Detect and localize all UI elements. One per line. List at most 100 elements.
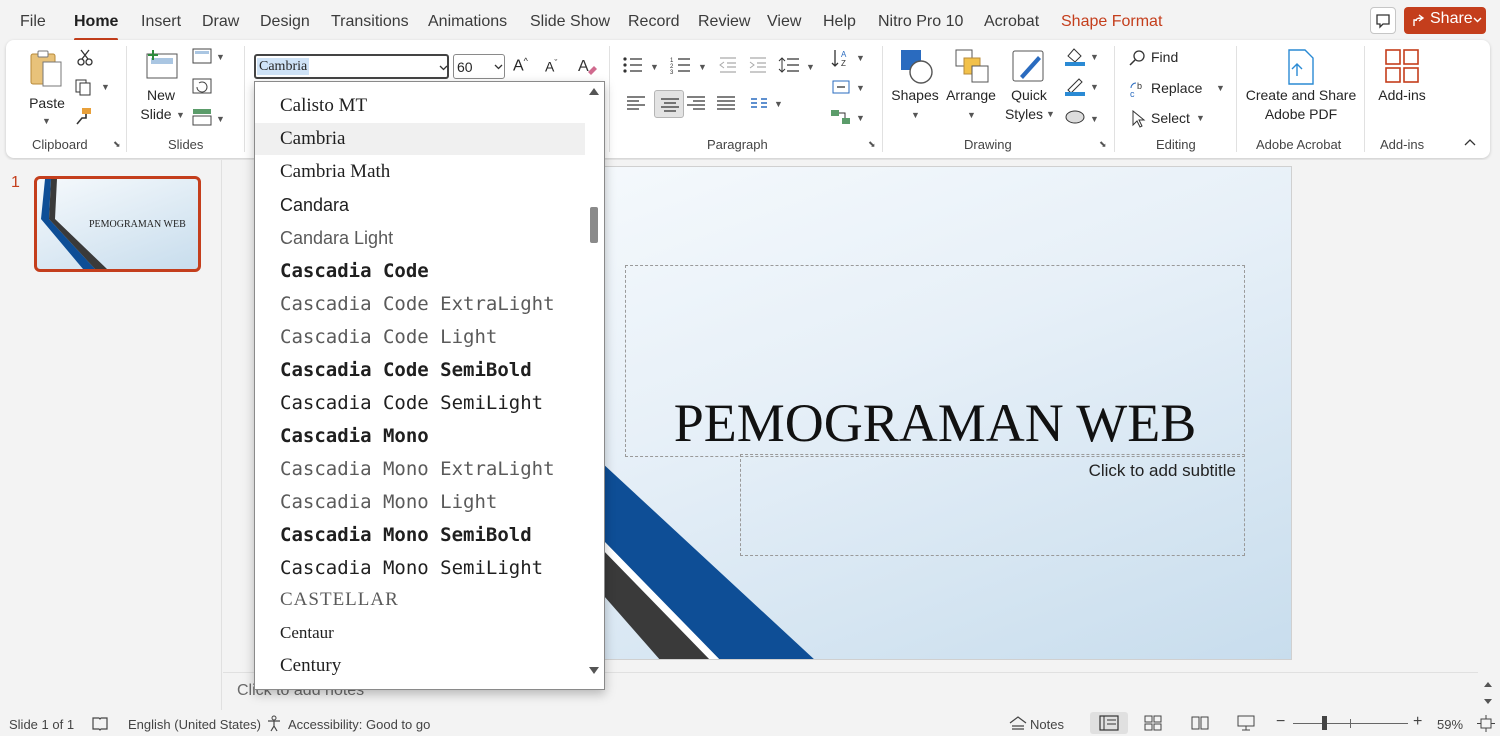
font-option[interactable]: Cascadia Mono SemiLight — [255, 552, 585, 584]
section-icon[interactable] — [192, 108, 212, 126]
add-ins-button[interactable]: Add-ins — [1372, 46, 1432, 126]
chevron-down-icon[interactable]: ▼ — [1090, 82, 1099, 92]
chevron-down-icon[interactable]: ▼ — [216, 114, 225, 124]
grow-font-icon[interactable]: A^ — [513, 56, 528, 75]
chevron-down-icon[interactable]: ▼ — [856, 113, 865, 123]
chevron-down-icon[interactable]: ▼ — [856, 53, 865, 63]
font-option[interactable]: Century — [255, 650, 585, 682]
clear-formatting-icon[interactable]: A — [576, 54, 598, 76]
layout-icon[interactable] — [192, 48, 212, 64]
find-button[interactable]: Find — [1126, 48, 1206, 68]
notes-scrollbar[interactable] — [1482, 680, 1494, 706]
quick-styles-button[interactable]: Quick Styles ▼ — [1004, 46, 1056, 126]
title-placeholder[interactable]: PEMOGRAMAN WEB — [625, 265, 1245, 457]
zoom-in-icon[interactable]: + — [1413, 713, 1422, 731]
slide-show-icon[interactable] — [1236, 714, 1256, 732]
chevron-down-icon[interactable]: ▼ — [650, 62, 659, 72]
format-painter-icon[interactable] — [74, 106, 94, 126]
shrink-font-icon[interactable]: Aˇ — [545, 58, 557, 75]
notes-icon[interactable] — [1008, 715, 1028, 731]
shape-effects-icon[interactable] — [1064, 108, 1086, 126]
font-option[interactable]: Candara Light — [255, 222, 585, 254]
copy-icon[interactable] — [74, 78, 94, 96]
font-option[interactable]: Cascadia Code — [255, 255, 585, 287]
chevron-down-icon[interactable]: ▼ — [1090, 52, 1099, 62]
new-slide-button[interactable]: New Slide ▼ — [136, 46, 186, 126]
replace-button[interactable]: bc Replace ▼ — [1126, 79, 1226, 99]
font-option[interactable]: CASTELLAR — [255, 584, 585, 616]
decrease-indent-icon[interactable] — [718, 56, 738, 74]
font-name-combobox[interactable]: Cambria — [254, 54, 449, 79]
font-option-selected[interactable]: Cambria — [255, 123, 585, 155]
font-option[interactable]: Cascadia Mono — [255, 420, 585, 452]
zoom-out-icon[interactable]: − — [1276, 713, 1285, 731]
tab-draw[interactable]: Draw — [202, 12, 239, 32]
chevron-down-icon[interactable] — [439, 65, 448, 71]
tab-review[interactable]: Review — [698, 12, 750, 32]
paste-button[interactable]: Paste ▼ — [24, 46, 70, 126]
reset-icon[interactable] — [192, 78, 212, 94]
scroll-down-icon[interactable] — [588, 666, 600, 676]
create-adobe-pdf-button[interactable]: Create and Share Adobe PDF — [1244, 46, 1358, 126]
font-option[interactable]: Cascadia Mono Light — [255, 486, 585, 518]
align-text-icon[interactable] — [830, 78, 852, 96]
chevron-down-icon[interactable]: ▼ — [216, 52, 225, 62]
cut-icon[interactable] — [76, 48, 94, 66]
chevron-down-icon[interactable]: ▼ — [698, 62, 707, 72]
fit-to-window-icon[interactable] — [1477, 715, 1495, 732]
collapse-ribbon-icon[interactable] — [1464, 138, 1476, 146]
spelling-check-icon[interactable] — [91, 716, 109, 731]
dialog-launcher-icon[interactable]: ⬊ — [1099, 139, 1107, 150]
zoom-level[interactable]: 59% — [1437, 717, 1463, 732]
align-left-icon[interactable] — [626, 95, 646, 111]
line-spacing-icon[interactable] — [778, 56, 800, 74]
numbering-icon[interactable]: 123 — [670, 56, 692, 74]
font-option[interactable]: Cascadia Code Light — [255, 321, 585, 353]
font-option[interactable]: Cascadia Code SemiLight — [255, 387, 585, 419]
tab-record[interactable]: Record — [628, 12, 680, 32]
smartart-icon[interactable] — [830, 108, 852, 126]
tab-file[interactable]: File — [20, 12, 46, 32]
align-center-button[interactable] — [654, 90, 684, 118]
accessibility-icon[interactable] — [266, 715, 284, 732]
chevron-down-icon[interactable]: ▼ — [856, 83, 865, 93]
font-option[interactable]: Cascadia Mono ExtraLight — [255, 453, 585, 485]
chevron-down-icon[interactable]: ▼ — [101, 82, 110, 92]
shape-outline-icon[interactable] — [1064, 76, 1086, 96]
scrollbar-thumb[interactable] — [590, 207, 598, 243]
reading-view-icon[interactable] — [1190, 715, 1210, 731]
notes-toggle-label[interactable]: Notes — [1030, 717, 1064, 732]
scroll-up-icon[interactable] — [588, 86, 600, 96]
subtitle-placeholder[interactable]: Click to add subtitle — [740, 454, 1245, 556]
align-right-icon[interactable] — [686, 95, 706, 111]
slide-thumbnail[interactable]: PEMOGRAMAN WEB — [34, 176, 201, 272]
columns-icon[interactable] — [750, 97, 768, 109]
share-button[interactable]: Share — [1404, 7, 1486, 34]
tab-acrobat[interactable]: Acrobat — [984, 12, 1039, 32]
shape-fill-icon[interactable] — [1064, 46, 1086, 66]
justify-icon[interactable] — [716, 95, 736, 111]
font-option[interactable]: Cascadia Code SemiBold — [255, 354, 585, 386]
tab-view[interactable]: View — [767, 12, 801, 32]
language-indicator[interactable]: English (United States) — [128, 717, 261, 732]
font-option[interactable]: Cascadia Code ExtraLight — [255, 288, 585, 320]
text-direction-icon[interactable]: AZ — [830, 48, 852, 68]
slide-sorter-icon[interactable] — [1144, 715, 1162, 731]
tab-help[interactable]: Help — [823, 12, 856, 32]
tab-slide-show[interactable]: Slide Show — [530, 12, 610, 32]
tab-design[interactable]: Design — [260, 12, 310, 32]
select-button[interactable]: Select ▼ — [1126, 109, 1206, 129]
chevron-down-icon[interactable]: ▼ — [806, 62, 815, 72]
increase-indent-icon[interactable] — [748, 56, 768, 74]
dialog-launcher-icon[interactable]: ⬊ — [868, 139, 876, 150]
bullets-icon[interactable] — [622, 56, 644, 74]
slide-counter[interactable]: Slide 1 of 1 — [9, 717, 74, 732]
zoom-slider-thumb[interactable] — [1322, 716, 1327, 730]
normal-view-button[interactable] — [1090, 712, 1128, 734]
tab-animations[interactable]: Animations — [428, 12, 507, 32]
tab-nitro-pro[interactable]: Nitro Pro 10 — [878, 12, 963, 32]
shapes-button[interactable]: Shapes ▼ — [890, 46, 940, 126]
font-option[interactable]: Candara — [255, 189, 585, 221]
comments-button[interactable] — [1370, 7, 1396, 34]
chevron-down-icon[interactable] — [494, 64, 503, 70]
